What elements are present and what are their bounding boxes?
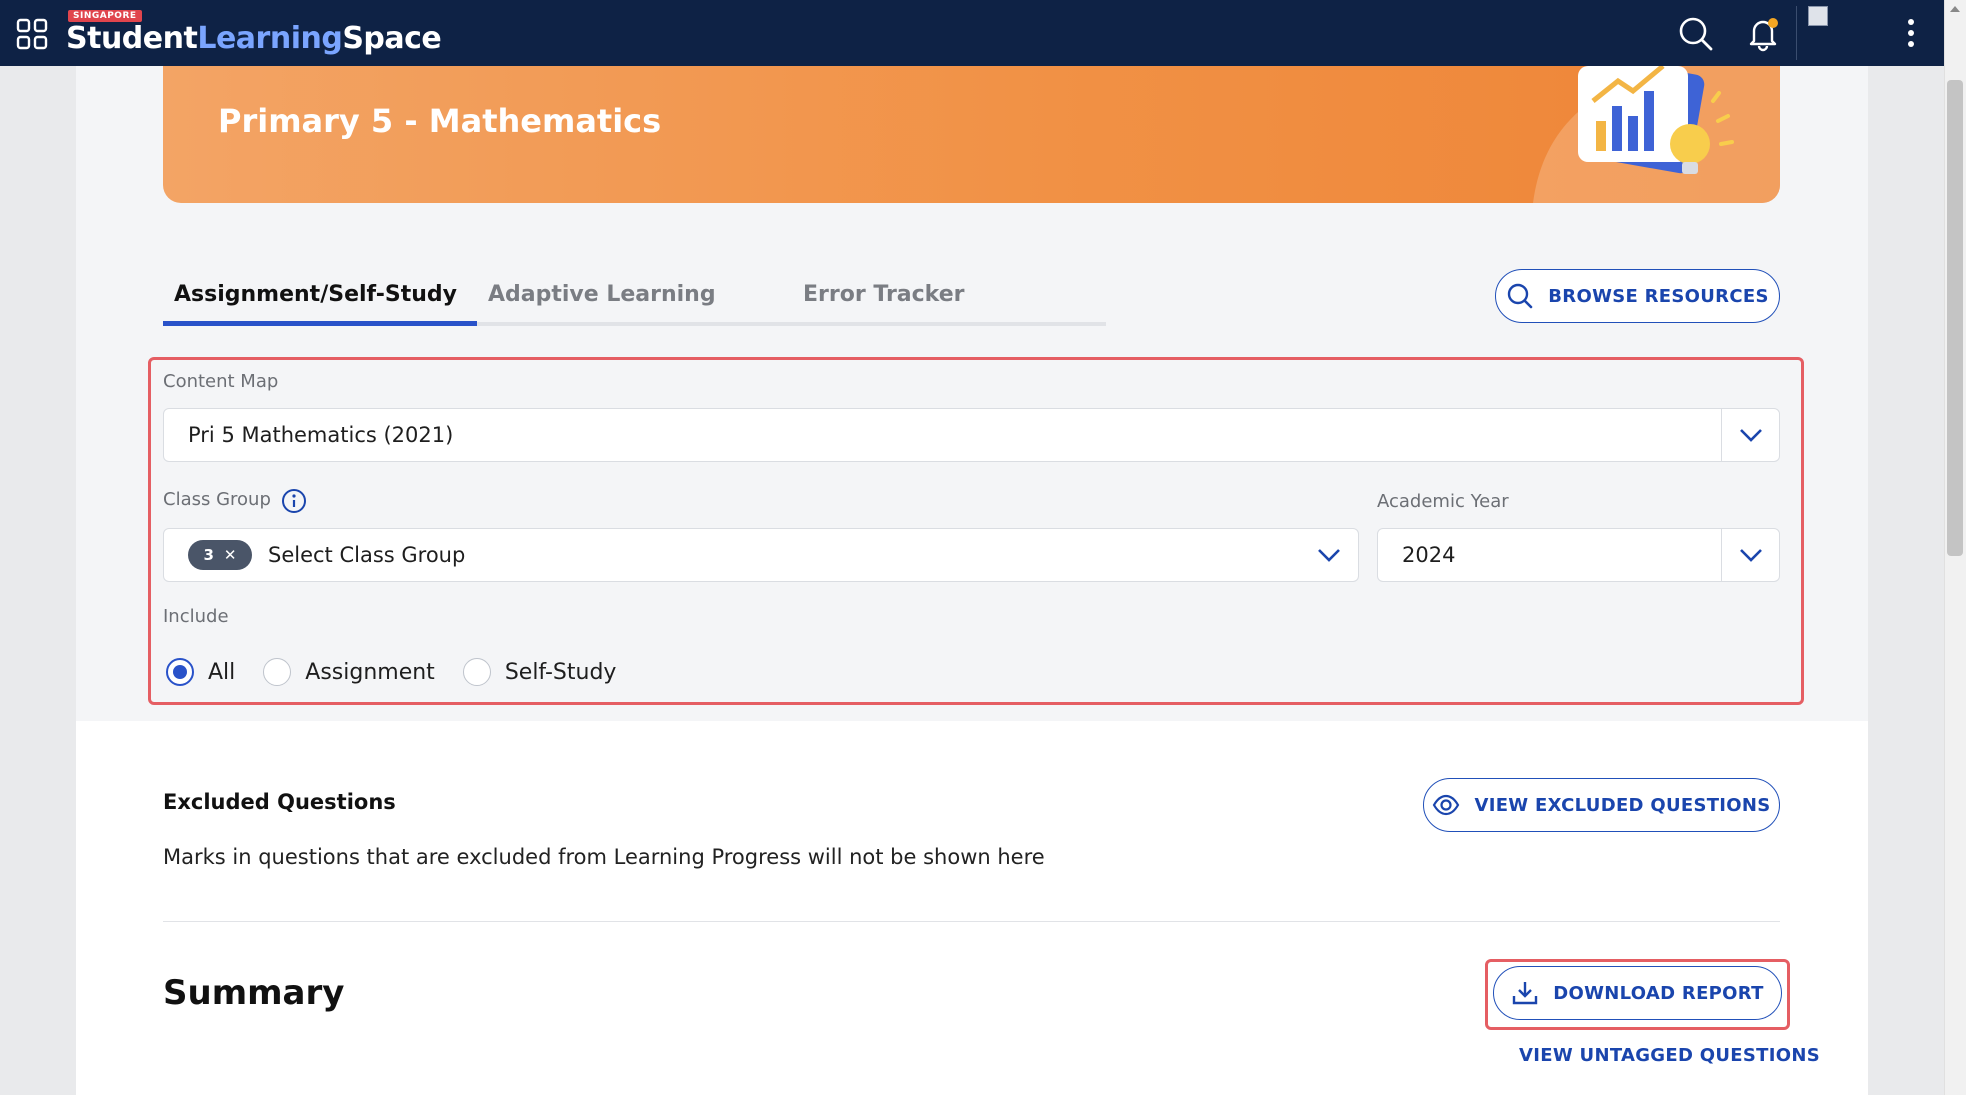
class-group-placeholder: Select Class Group: [268, 543, 466, 567]
download-icon: [1513, 982, 1538, 1005]
excluded-questions-description: Marks in questions that are excluded fro…: [163, 845, 1045, 869]
more-options-icon[interactable]: [1896, 14, 1926, 52]
clear-selection-icon[interactable]: ✕: [224, 546, 237, 564]
class-group-select[interactable]: 3 ✕ Select Class Group: [163, 528, 1359, 582]
eye-icon: [1433, 794, 1460, 816]
section-divider: [163, 921, 1780, 922]
selected-count-chip[interactable]: 3 ✕: [188, 540, 252, 570]
content-map-select[interactable]: Pri 5 Mathematics (2021): [163, 408, 1780, 462]
download-report-label: DOWNLOAD REPORT: [1553, 982, 1764, 1004]
radio-assignment[interactable]: [263, 658, 292, 686]
radio-self-study[interactable]: [462, 658, 491, 686]
chevron-down-icon[interactable]: [1721, 529, 1779, 581]
search-icon[interactable]: [1676, 14, 1714, 52]
content-map-label: Content Map: [163, 371, 279, 392]
scrollbar-thumb[interactable]: [1947, 80, 1963, 556]
include-label: Include: [163, 606, 229, 627]
class-group-label: Class Group: [163, 489, 271, 510]
summary-heading: Summary: [163, 973, 345, 1013]
view-excluded-questions-button[interactable]: VIEW EXCLUDED QUESTIONS: [1423, 778, 1780, 832]
content-map-value: Pri 5 Mathematics (2021): [188, 423, 454, 447]
excluded-questions-title: Excluded Questions: [163, 790, 396, 814]
academic-year-select[interactable]: 2024: [1377, 528, 1780, 582]
radio-all-label[interactable]: All: [208, 660, 235, 685]
browse-resources-label: BROWSE RESOURCES: [1548, 285, 1769, 307]
topbar-divider: [1796, 6, 1797, 60]
tab-error-tracker[interactable]: Error Tracker: [803, 282, 965, 307]
radio-assignment-label[interactable]: Assignment: [305, 660, 435, 685]
download-report-button[interactable]: DOWNLOAD REPORT: [1493, 966, 1782, 1020]
tab-adaptive-learning[interactable]: Adaptive Learning: [488, 282, 716, 307]
chevron-down-icon[interactable]: [1721, 409, 1779, 461]
brand-name: StudentLearningSpace: [66, 21, 442, 56]
radio-all[interactable]: [166, 658, 194, 686]
scroll-up-arrow-icon[interactable]: [1950, 6, 1960, 12]
view-excluded-label: VIEW EXCLUDED QUESTIONS: [1474, 794, 1771, 816]
academic-year-label: Academic Year: [1377, 491, 1509, 512]
student-learning-space-logo[interactable]: SINGAPORE StudentLearningSpace: [64, 8, 442, 58]
search-icon: [1508, 283, 1533, 309]
user-avatar[interactable]: [1808, 6, 1828, 26]
browse-resources-button[interactable]: BROWSE RESOURCES: [1495, 269, 1780, 323]
top-navigation-bar: SINGAPORE StudentLearningSpace: [0, 0, 1944, 66]
tab-assignment-self-study[interactable]: Assignment/Self-Study: [174, 282, 457, 307]
page-title: Primary 5 - Mathematics: [218, 102, 662, 140]
notification-bell-icon[interactable]: [1744, 14, 1782, 52]
info-icon[interactable]: [281, 488, 307, 514]
view-untagged-questions-link[interactable]: VIEW UNTAGGED QUESTIONS: [1519, 1045, 1820, 1066]
selected-count: 3: [203, 546, 214, 564]
chevron-down-icon[interactable]: [1300, 529, 1358, 581]
subject-banner: Primary 5 - Mathematics: [163, 66, 1780, 203]
chart-illustration-icon: [1533, 66, 1780, 203]
radio-self-study-label[interactable]: Self-Study: [505, 660, 617, 685]
report-tabs: Assignment/Self-Study Adaptive Learning …: [163, 270, 1106, 326]
include-radio-group: All Assignment Self-Study: [166, 656, 644, 688]
active-tab-indicator: [163, 321, 477, 326]
apps-grid-icon[interactable]: [16, 18, 48, 50]
academic-year-value: 2024: [1402, 543, 1456, 567]
